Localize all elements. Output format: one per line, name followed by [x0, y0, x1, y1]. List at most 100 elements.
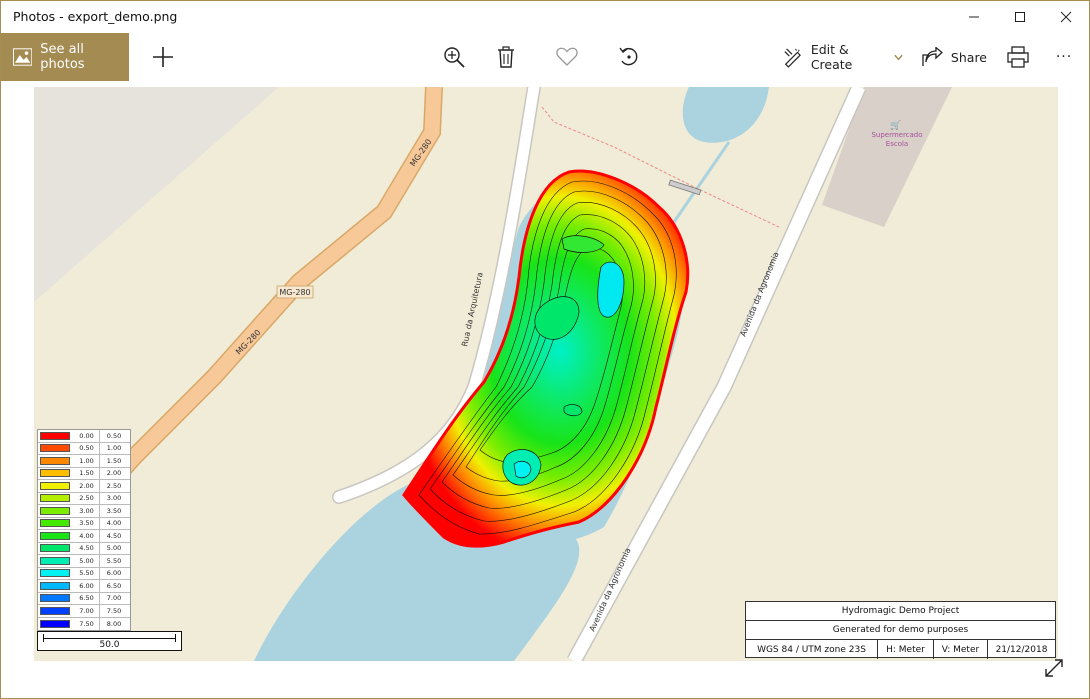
add-button[interactable]	[146, 33, 180, 81]
legend-from: 7.50	[74, 617, 100, 630]
legend-to: 1.50	[106, 456, 122, 465]
legend-row: 3.50 4.00	[38, 517, 130, 530]
zoom-in-button[interactable]	[437, 33, 471, 81]
legend-swatch	[40, 456, 70, 465]
legend-row: 5.50 6.00	[38, 567, 130, 580]
stream	[672, 141, 731, 223]
legend-from: 3.00	[74, 505, 100, 517]
legend-row: 1.50 2.00	[38, 467, 130, 480]
legend-swatch	[40, 519, 70, 528]
legend-swatch	[40, 619, 70, 628]
legend-swatch	[40, 556, 70, 565]
minimize-button[interactable]	[951, 1, 997, 33]
legend-swatch	[40, 594, 70, 603]
bathymetry-map: Supermercado Escola 🛒 MG-280 MG-280 MG-2…	[34, 87, 952, 661]
legend-row: 2.50 3.00	[38, 492, 130, 505]
legend-row: 0.50 1.00	[38, 442, 130, 455]
project-meta-row: WGS 84 / UTM zone 23S H: Meter V: Meter …	[746, 640, 1055, 659]
legend-to: 8.00	[106, 619, 122, 628]
legend-row: 7.50 8.00	[38, 617, 130, 630]
legend-row: 1.00 1.50	[38, 455, 130, 468]
delete-button[interactable]	[489, 33, 523, 81]
legend-to: 7.50	[106, 606, 122, 615]
more-button[interactable]: ···	[1047, 33, 1081, 81]
legend-to: 0.50	[106, 431, 122, 440]
legend-row: 2.00 2.50	[38, 480, 130, 493]
legend-swatch	[40, 444, 70, 453]
supermarket-icon: 🛒	[890, 119, 901, 131]
legend-row: 3.00 3.50	[38, 505, 130, 518]
photos-window: Photos - export_demo.png See all photos	[0, 0, 1090, 699]
legend-to: 6.00	[106, 569, 122, 578]
legend-row: 5.00 5.50	[38, 555, 130, 568]
legend-to: 4.00	[106, 519, 122, 528]
scale-bar: 50.0	[37, 631, 182, 651]
edit-icon	[784, 48, 801, 68]
maximize-button[interactable]	[997, 1, 1043, 33]
legend-swatch	[40, 494, 70, 503]
legend-from: 1.50	[74, 467, 100, 479]
edit-create-label: Edit & Create	[810, 42, 853, 72]
road-label-mg280-2: MG-280	[279, 288, 310, 297]
legend-row: 6.00 6.50	[38, 580, 130, 593]
legend-to: 4.50	[106, 531, 122, 540]
expand-icon	[1045, 659, 1063, 677]
legend-to: 1.00	[106, 444, 122, 453]
favorite-button[interactable]	[550, 33, 584, 81]
legend-swatch	[40, 506, 70, 515]
photo-canvas[interactable]: Supermercado Escola 🛒 MG-280 MG-280 MG-2…	[34, 87, 1058, 661]
legend-from: 1.00	[74, 455, 100, 467]
share-button[interactable]: Share	[921, 33, 987, 81]
legend-swatch	[40, 544, 70, 553]
edit-create-button[interactable]: Edit & Create	[783, 33, 903, 81]
depth-legend: 0.00 0.50 0.50 1.00 1.00 1.50 1.50 2.00 2.00 2.50…	[37, 429, 131, 631]
chevron-down-icon	[894, 54, 903, 60]
legend-swatch	[40, 531, 70, 540]
crs-label: WGS 84 / UTM zone 23S	[746, 640, 878, 659]
legend-swatch	[40, 581, 70, 590]
legend-from: 5.00	[74, 555, 100, 567]
window-title: Photos - export_demo.png	[13, 9, 178, 24]
legend-from: 4.50	[74, 542, 100, 554]
more-icon: ···	[1055, 49, 1073, 65]
share-icon	[922, 47, 943, 66]
print-button[interactable]	[1001, 33, 1035, 81]
legend-from: 0.50	[74, 442, 100, 454]
fullscreen-button[interactable]	[1043, 657, 1065, 679]
project-description: Generated for demo purposes	[746, 621, 1055, 640]
close-button[interactable]	[1043, 1, 1089, 33]
share-label: Share	[950, 49, 987, 65]
legend-to: 3.00	[106, 494, 122, 503]
close-icon	[1060, 11, 1072, 23]
rotate-icon	[619, 47, 638, 66]
heart-icon	[556, 47, 578, 66]
zoom-in-icon	[444, 47, 465, 68]
legend-to: 7.00	[106, 594, 122, 603]
legend-row: 0.00 0.50	[38, 430, 130, 443]
toolbar: See all photos Edit & Create Share ···	[1, 33, 1089, 81]
minimize-icon	[969, 16, 979, 18]
legend-to: 5.50	[106, 556, 122, 565]
see-all-photos-button[interactable]: See all photos	[1, 33, 129, 81]
legend-swatch	[40, 431, 70, 440]
title-bar: Photos - export_demo.png	[1, 1, 1089, 33]
legend-from: 0.00	[74, 430, 100, 442]
legend-from: 4.00	[74, 530, 100, 542]
legend-to: 6.50	[106, 581, 122, 590]
legend-swatch	[40, 606, 70, 615]
v-unit-label: V: Meter	[934, 640, 988, 659]
rotate-button[interactable]	[612, 33, 646, 81]
legend-to: 2.50	[106, 481, 122, 490]
maximize-icon	[1015, 12, 1025, 22]
legend-row: 7.00 7.50	[38, 605, 130, 618]
legend-swatch	[40, 469, 70, 478]
legend-from: 6.00	[74, 580, 100, 592]
legend-from: 2.50	[74, 492, 100, 504]
add-icon	[153, 47, 173, 67]
road-label-avenida-2: Avenida da Agronomia	[588, 546, 633, 632]
print-icon	[1007, 46, 1029, 68]
legend-row: 4.00 4.50	[38, 530, 130, 543]
legend-row: 6.50 7.00	[38, 592, 130, 605]
scale-line	[43, 638, 176, 639]
see-all-photos-label: See all photos	[40, 42, 85, 72]
